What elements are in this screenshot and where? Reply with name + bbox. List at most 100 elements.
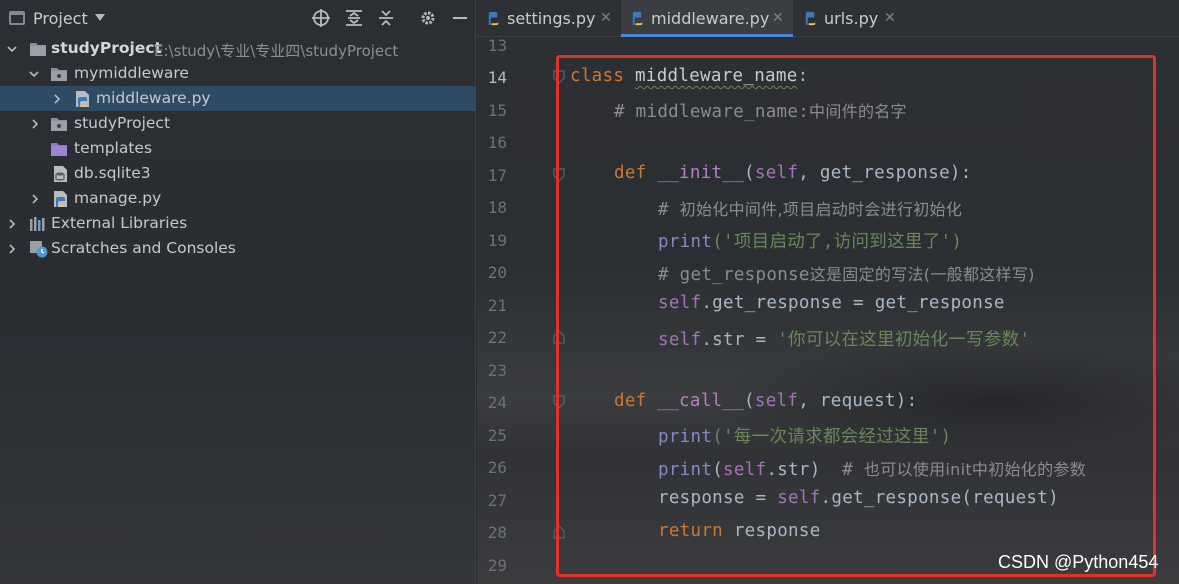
python-file-icon <box>52 190 70 207</box>
line-number: 27 <box>487 491 507 510</box>
code-line-25[interactable]: print('每一次请求都会经过这里') <box>658 423 951 448</box>
code-line-18[interactable]: # 初始化中间件,项目启动时会进行初始化 <box>658 196 962 220</box>
close-icon[interactable]: ✕ <box>884 10 896 26</box>
line-number: 19 <box>487 231 507 250</box>
tree-item-label: studyProject <box>74 114 171 132</box>
tab-settings-py[interactable]: settings.py ✕ <box>477 0 620 37</box>
tab-label: middleware.py <box>651 9 770 28</box>
locate-icon[interactable] <box>311 8 331 28</box>
close-icon[interactable]: ✕ <box>772 10 784 26</box>
project-panel-header: Project <box>0 0 476 37</box>
line-number: 21 <box>487 296 507 315</box>
close-icon[interactable]: ✕ <box>600 10 612 26</box>
line-number: 17 <box>487 166 507 185</box>
code-line-22[interactable]: self.str = '你可以在这里初始化一写参数' <box>658 326 1030 351</box>
folder-icon <box>29 41 47 57</box>
tree-item-manage-py[interactable]: manage.py <box>0 186 476 211</box>
editor-area: settings.py ✕ middleware.py ✕ urls.py ✕ … <box>477 0 1179 584</box>
statement: .get_response = get_response <box>701 293 1005 313</box>
python-file-icon <box>74 90 92 107</box>
fold-marker-icon[interactable] <box>553 70 565 84</box>
gear-icon[interactable] <box>418 8 438 28</box>
tree-item-label: External Libraries <box>51 214 188 232</box>
project-view-selector[interactable]: Project <box>33 9 88 28</box>
line-number: 23 <box>487 361 507 380</box>
tab-label: urls.py <box>824 9 879 28</box>
tree-item-label: middleware.py <box>96 89 211 107</box>
code-line-28[interactable]: return response <box>658 521 821 541</box>
chevron-right-icon[interactable] <box>30 194 40 204</box>
line-number: 22 <box>487 328 507 347</box>
code-line-24[interactable]: def __call__(self, request): <box>614 391 917 411</box>
string-literal: '你可以在这里初始化一写参数' <box>777 330 1031 350</box>
builtin-function: print <box>658 232 713 252</box>
chevron-down-icon[interactable] <box>29 69 39 79</box>
line-number: 26 <box>487 458 507 477</box>
tree-item-label: mymiddleware <box>74 64 189 82</box>
project-tool-window: Project studyProject E:\study\专业\专业四\stu… <box>0 0 476 584</box>
keyword: return <box>658 521 724 541</box>
punctuation: ( <box>744 391 755 411</box>
code-line-20[interactable]: # get_response这是固定的写法(一般都这样写) <box>658 261 1035 285</box>
self-keyword: self <box>754 163 799 183</box>
statement: .str) <box>766 460 843 480</box>
fold-marker-icon[interactable] <box>553 168 565 182</box>
function-name: __call__ <box>657 391 745 411</box>
tab-middleware-py[interactable]: middleware.py ✕ <box>621 0 793 37</box>
package-folder-icon <box>50 66 68 82</box>
string-literal: ('每一次请求都会经过这里') <box>712 427 952 447</box>
punctuation: ( <box>744 163 755 183</box>
tree-item-db-sqlite3[interactable]: db.sqlite3 <box>0 161 476 186</box>
tree-item-mymiddleware[interactable]: mymiddleware <box>0 61 476 86</box>
editor-gutter: 13 14 15 16 17 18 19 20 21 22 23 24 25 2… <box>477 36 565 584</box>
code-line-26[interactable]: print(self.str) # 也可以使用init中初始化的参数 <box>658 456 1086 480</box>
collapse-all-icon[interactable] <box>376 8 396 28</box>
tree-item-middleware-py[interactable]: middleware.py <box>0 86 476 111</box>
tree-item-label: Scratches and Consoles <box>51 239 236 257</box>
tree-item-studyproject-package[interactable]: studyProject <box>0 111 476 136</box>
code-line-15[interactable]: # middleware_name:中间件的名字 <box>614 98 907 122</box>
tree-item-studyproject-root[interactable]: studyProject E:\study\专业\专业四\studyProjec… <box>0 36 476 61</box>
line-number: 29 <box>487 556 507 575</box>
comment: 也可以使用init中初始化的参数 <box>863 460 1087 479</box>
keyword: class <box>570 66 625 86</box>
chevron-right-icon[interactable] <box>52 94 62 104</box>
chevron-right-icon[interactable] <box>7 219 17 229</box>
tree-item-label: studyProject <box>51 39 162 57</box>
project-path-text: E:\study\专业\专业四\studyProject <box>154 42 399 60</box>
tab-label: settings.py <box>507 9 596 28</box>
chevron-down-icon[interactable] <box>95 14 105 21</box>
fold-marker-icon[interactable] <box>553 395 565 409</box>
line-number: 15 <box>487 101 507 120</box>
expand-all-icon[interactable] <box>344 8 364 28</box>
templates-folder-icon <box>50 141 68 157</box>
comment: # get_response <box>658 265 810 285</box>
function-name: __init__ <box>657 163 745 183</box>
tree-item-templates[interactable]: templates <box>0 136 476 161</box>
line-number-current: 14 <box>487 68 507 87</box>
tree-item-scratches-consoles[interactable]: Scratches and Consoles <box>0 236 476 261</box>
python-file-icon <box>629 10 646 27</box>
minimize-icon[interactable] <box>450 8 470 28</box>
string-literal: ('项目启动了,访问到这里了') <box>712 232 963 252</box>
project-window-icon <box>9 11 25 25</box>
chevron-right-icon[interactable] <box>7 244 17 254</box>
fold-marker-icon[interactable] <box>553 525 565 539</box>
chevron-right-icon[interactable] <box>30 119 40 129</box>
tab-urls-py[interactable]: urls.py ✕ <box>794 0 904 37</box>
self-keyword: self <box>754 391 799 411</box>
python-file-icon <box>485 10 502 27</box>
tree-item-label: templates <box>74 139 153 157</box>
code-line-19[interactable]: print('项目启动了,访问到这里了') <box>658 228 962 253</box>
code-line-17[interactable]: def __init__(self, get_response): <box>614 163 972 183</box>
tree-item-external-libraries[interactable]: External Libraries <box>0 211 476 236</box>
code-line-14[interactable]: class middleware_name: <box>570 66 808 86</box>
line-number: 25 <box>487 426 507 445</box>
code-line-27[interactable]: response = self.get_response(request) <box>658 488 1059 508</box>
chevron-down-icon[interactable] <box>7 44 17 54</box>
self-keyword: self <box>777 488 821 508</box>
fold-marker-icon[interactable] <box>553 330 565 344</box>
scratches-icon <box>29 240 48 258</box>
code-line-21[interactable]: self.get_response = get_response <box>658 293 1005 313</box>
statement: response <box>723 521 821 541</box>
